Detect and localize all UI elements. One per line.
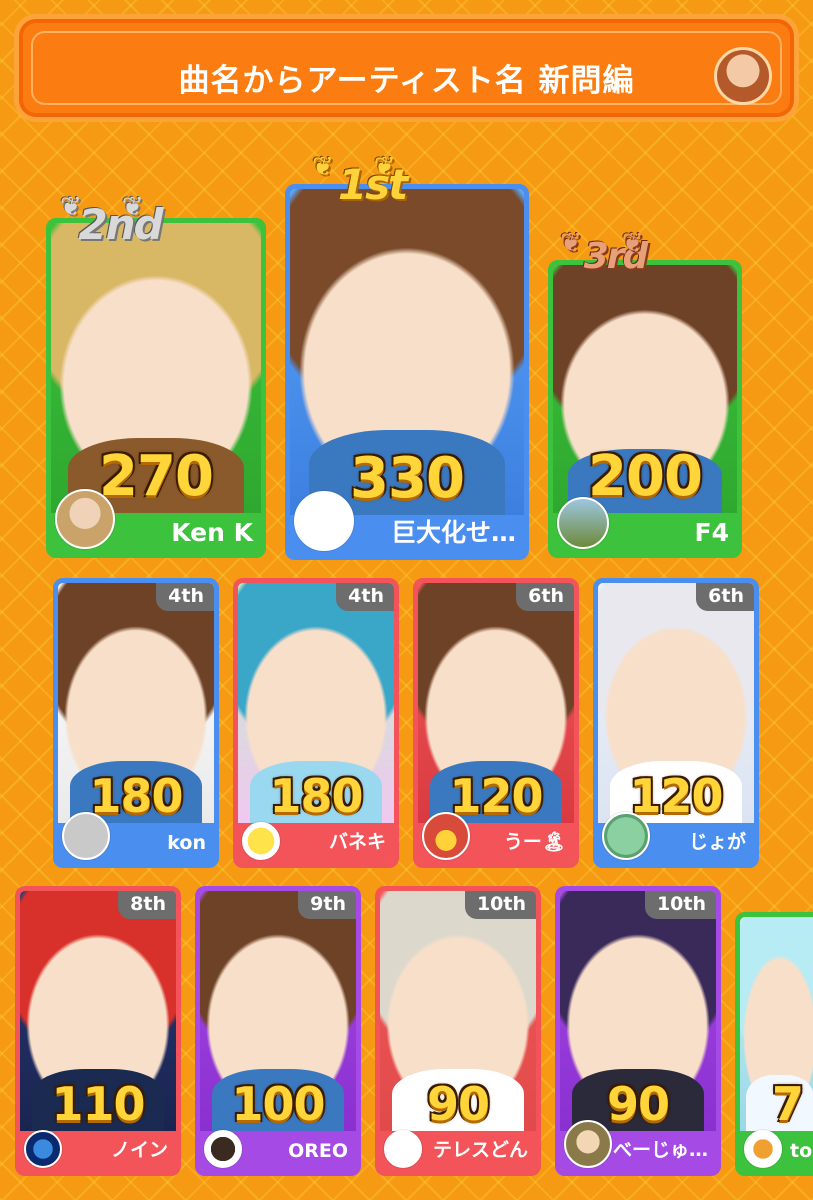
ranking-card-partial[interactable]: 7 to <box>735 912 813 1176</box>
gold-medal-1st: ❦❦ 1st <box>312 152 432 230</box>
player-name: to <box>790 1140 813 1162</box>
rank-tag: 8th <box>118 891 176 919</box>
player-score: 7 <box>772 1077 804 1131</box>
player-avatar[interactable] <box>242 822 280 860</box>
player-avatar[interactable] <box>422 812 470 860</box>
host-avatar[interactable] <box>714 47 772 105</box>
rank-tag: 9th <box>298 891 356 919</box>
rank-tag: 4th <box>336 583 394 611</box>
player-name: バネキ <box>328 831 386 853</box>
player-avatar[interactable] <box>55 489 115 549</box>
rank-tag: 4th <box>156 583 214 611</box>
player-score: 110 <box>51 1077 145 1131</box>
player-avatar[interactable] <box>384 1130 422 1168</box>
player-avatar[interactable] <box>294 491 354 551</box>
ranking-card-10th-b[interactable]: 10th 90 べーじゅ… <box>555 886 721 1176</box>
player-avatar[interactable] <box>62 812 110 860</box>
laurel-wreath-icon: ❦❦ <box>60 192 184 222</box>
player-score: 100 <box>231 1077 325 1131</box>
player-name: OREO <box>288 1140 348 1162</box>
player-avatar[interactable] <box>557 497 609 549</box>
player-score: 180 <box>269 769 363 823</box>
ranking-card-4th-b[interactable]: 4th 180 バネキ <box>233 578 399 868</box>
ranking-card-9th[interactable]: 9th 100 OREO <box>195 886 361 1176</box>
bronze-medal-3rd: ❦❦ 3rd <box>560 228 670 306</box>
ranking-card-4th-a[interactable]: 4th 180 kon <box>53 578 219 868</box>
player-name: うー🏝 <box>503 831 566 853</box>
player-avatar[interactable] <box>602 812 650 860</box>
ranking-card-6th-a[interactable]: 6th 120 うー🏝 <box>413 578 579 868</box>
ranking-card-6th-b[interactable]: 6th 120 じょが <box>593 578 759 868</box>
podium-card-1st[interactable]: 330 巨大化せ… <box>285 184 529 560</box>
player-avatar[interactable] <box>744 1130 782 1168</box>
ranking-card-8th[interactable]: 8th 110 ノイン <box>15 886 181 1176</box>
rank-tag: 6th <box>696 583 754 611</box>
player-name: 巨大化せ… <box>390 518 516 547</box>
player-avatar[interactable] <box>204 1130 242 1168</box>
player-score: 90 <box>426 1077 490 1131</box>
player-name: F4 <box>694 518 729 547</box>
rank-tag: 10th <box>644 891 716 919</box>
quiz-title-banner: 曲名からアーティスト名 新問編 <box>14 14 799 122</box>
player-avatar[interactable] <box>564 1120 612 1168</box>
rank-tag: 6th <box>516 583 574 611</box>
rank-tag: 10th <box>464 891 536 919</box>
quiz-title: 曲名からアーティスト名 新問編 <box>178 63 635 99</box>
laurel-wreath-icon: ❦❦ <box>312 152 436 182</box>
ranking-card-10th-a[interactable]: 10th 90 テレスどん <box>375 886 541 1176</box>
silver-medal-2nd: ❦❦ 2nd <box>60 192 180 270</box>
player-name: ノイン <box>110 1139 168 1161</box>
laurel-wreath-icon: ❦❦ <box>560 228 684 258</box>
player-name: べーじゅ… <box>612 1139 708 1161</box>
player-name: Ken K <box>171 518 253 547</box>
player-name: テレスどん <box>432 1139 528 1161</box>
player-name: じょが <box>688 831 746 853</box>
player-name: kon <box>167 832 206 854</box>
player-avatar[interactable] <box>24 1130 62 1168</box>
